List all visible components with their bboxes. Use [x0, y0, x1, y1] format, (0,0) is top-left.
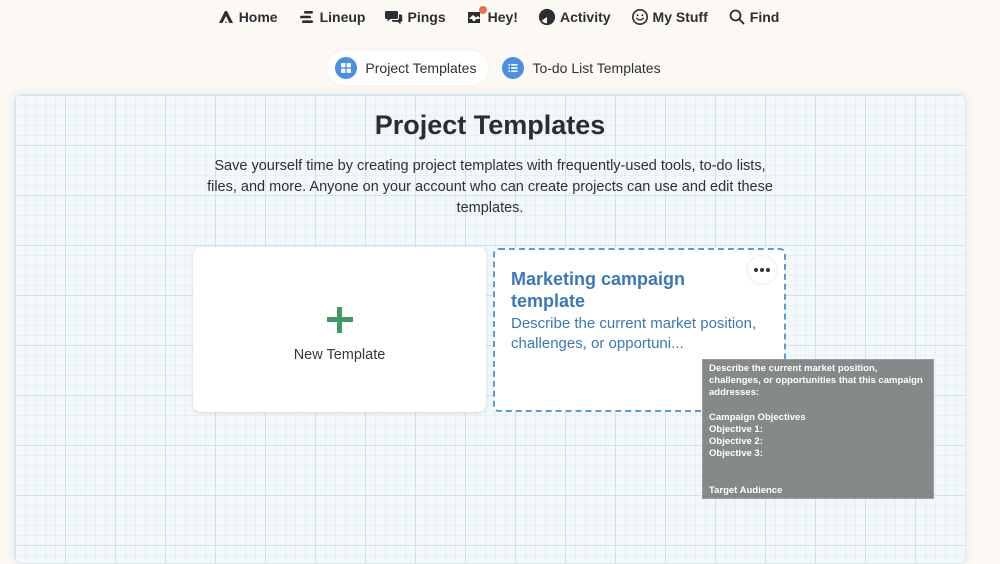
- template-title[interactable]: Marketing campaign template: [511, 268, 721, 312]
- nav-hey-label: Hey!: [487, 8, 518, 25]
- ellipsis-icon: [760, 268, 764, 272]
- template-excerpt: Describe the current market position, ch…: [511, 315, 757, 352]
- ellipsis-icon: [754, 268, 758, 272]
- tab-todo-list-templates[interactable]: To-do List Templates: [494, 51, 672, 85]
- pings-icon: [385, 8, 403, 26]
- tab-todo-list-templates-label: To-do List Templates: [532, 60, 661, 76]
- nav-my-stuff[interactable]: My Stuff: [621, 0, 718, 33]
- lineup-icon: [298, 8, 316, 26]
- nav-my-stuff-label: My Stuff: [652, 8, 708, 25]
- template-tabs: Project Templates To-do List Templates: [0, 51, 1000, 85]
- smiley-icon: [631, 8, 649, 26]
- tab-project-templates-label: Project Templates: [365, 60, 477, 76]
- nav-home[interactable]: Home: [207, 0, 288, 33]
- home-icon: [217, 8, 235, 26]
- top-navigation: Home Lineup Pings Hey! Activity My Stuff: [0, 0, 1000, 33]
- list-icon: [502, 57, 525, 79]
- template-description-tooltip: Describe the current market position, ch…: [702, 359, 934, 499]
- hey-inbox-icon: [466, 5, 487, 26]
- grid-icon: [335, 57, 358, 79]
- new-template-label: New Template: [293, 346, 386, 363]
- page-description: Save yourself time by creating project t…: [207, 158, 773, 216]
- nav-home-label: Home: [238, 8, 278, 25]
- nav-hey[interactable]: Hey!: [456, 0, 528, 33]
- nav-activity[interactable]: Activity: [528, 0, 621, 33]
- nav-pings-label: Pings: [407, 8, 446, 25]
- tab-project-templates[interactable]: Project Templates: [327, 51, 489, 85]
- plus-icon: [325, 305, 355, 335]
- nav-lineup-label: Lineup: [319, 8, 366, 25]
- nav-find-label: Find: [749, 8, 780, 25]
- nav-activity-label: Activity: [559, 8, 611, 25]
- activity-icon: [538, 8, 556, 26]
- nav-pings[interactable]: Pings: [375, 0, 455, 33]
- page-title: Project Templates: [374, 110, 606, 140]
- template-options-button[interactable]: [748, 256, 776, 284]
- search-icon: [728, 8, 746, 26]
- nav-find[interactable]: Find: [718, 0, 790, 33]
- new-template-button[interactable]: New Template: [193, 247, 486, 412]
- notification-badge: [478, 5, 487, 14]
- ellipsis-icon: [766, 268, 770, 272]
- nav-lineup[interactable]: Lineup: [288, 0, 376, 33]
